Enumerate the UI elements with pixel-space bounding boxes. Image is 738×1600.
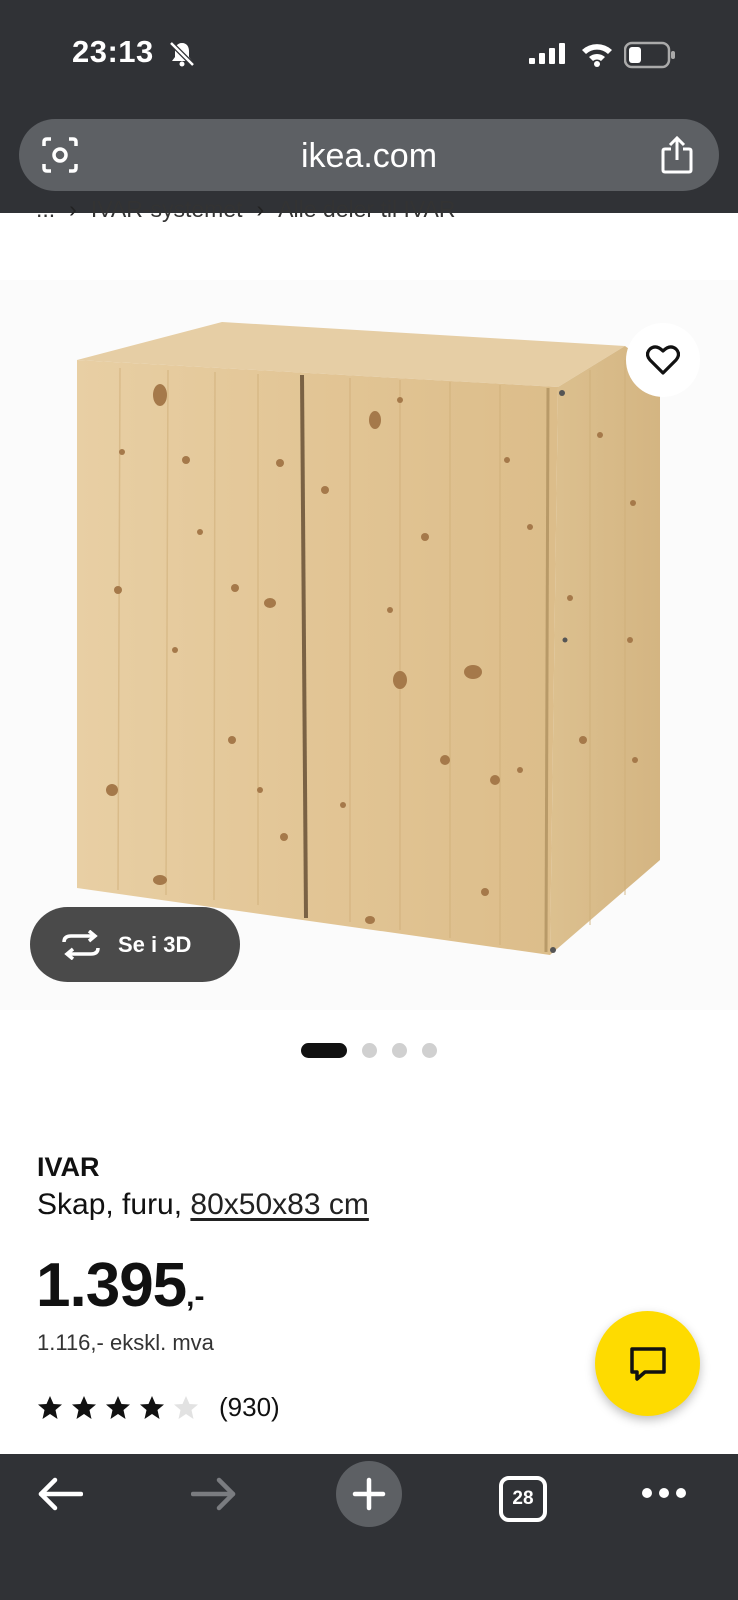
star-icon <box>140 1395 164 1419</box>
share-icon[interactable] <box>659 135 695 175</box>
carousel-dot[interactable] <box>362 1042 377 1058</box>
plus-icon <box>352 1477 386 1511</box>
url-text: ikea.com <box>300 137 438 175</box>
forward-arrow-icon[interactable] <box>191 1476 237 1512</box>
new-tab-button[interactable] <box>336 1461 402 1527</box>
product-description: Skap, furu, 80x50x83 cm <box>37 1188 369 1222</box>
review-count[interactable]: (930) <box>219 1392 280 1423</box>
address-bar[interactable]: ikea.com <box>19 119 719 191</box>
status-time: 23:13 <box>72 34 154 69</box>
battery-icon <box>624 41 675 69</box>
carousel-dot[interactable] <box>301 1042 347 1058</box>
price-ex-vat: 1.116,- ekskl. mva <box>37 1330 214 1355</box>
breadcrumb: ... › IVAR-systemet › Alle deler til IVAR <box>36 196 456 223</box>
product-type: Skap, furu, <box>37 1188 191 1221</box>
favorite-button[interactable] <box>626 323 700 397</box>
cabinet-illustration <box>77 322 660 955</box>
wifi-icon <box>582 44 612 67</box>
carousel-dot[interactable] <box>392 1042 407 1058</box>
breadcrumb-item-more[interactable]: ... <box>36 196 55 223</box>
carousel-indicator <box>301 1042 452 1058</box>
bell-slash-icon <box>169 41 195 67</box>
star-icon <box>72 1395 96 1419</box>
chat-icon <box>629 1346 666 1381</box>
rotate-3d-icon <box>62 929 100 960</box>
product-dimensions-link[interactable]: 80x50x83 cm <box>190 1188 368 1221</box>
breadcrumb-item-ivar-system[interactable]: IVAR-systemet <box>91 196 243 223</box>
product-name: IVAR <box>37 1152 100 1182</box>
price-value: 1.395 <box>36 1251 187 1320</box>
chat-button[interactable] <box>595 1311 700 1416</box>
more-icon[interactable] <box>641 1486 687 1500</box>
view-3d-label: Se i 3D <box>118 931 192 957</box>
tabs-button[interactable]: 28 <box>499 1476 547 1522</box>
browser-bottom-bar: 28 <box>0 1454 738 1600</box>
signal-icon <box>529 43 565 64</box>
heart-icon <box>646 345 680 375</box>
back-arrow-icon[interactable] <box>37 1476 83 1512</box>
star-icon <box>38 1395 62 1419</box>
rating[interactable]: (930) <box>37 1392 280 1423</box>
price-suffix: ,- <box>186 1280 205 1313</box>
star-icon <box>106 1395 130 1419</box>
product-price: 1.395,- <box>36 1250 204 1321</box>
carousel-dot[interactable] <box>422 1042 437 1058</box>
browser-top-bar: 23:13 ikea.com <box>0 0 738 213</box>
product-image[interactable] <box>0 280 738 1010</box>
breadcrumb-item-all-parts[interactable]: Alle deler til IVAR <box>278 196 455 223</box>
view-3d-button[interactable]: Se i 3D <box>30 907 240 982</box>
star-icon <box>174 1395 198 1419</box>
page: 23:13 ikea.com ... › IVAR-systemet › All… <box>0 0 738 1600</box>
